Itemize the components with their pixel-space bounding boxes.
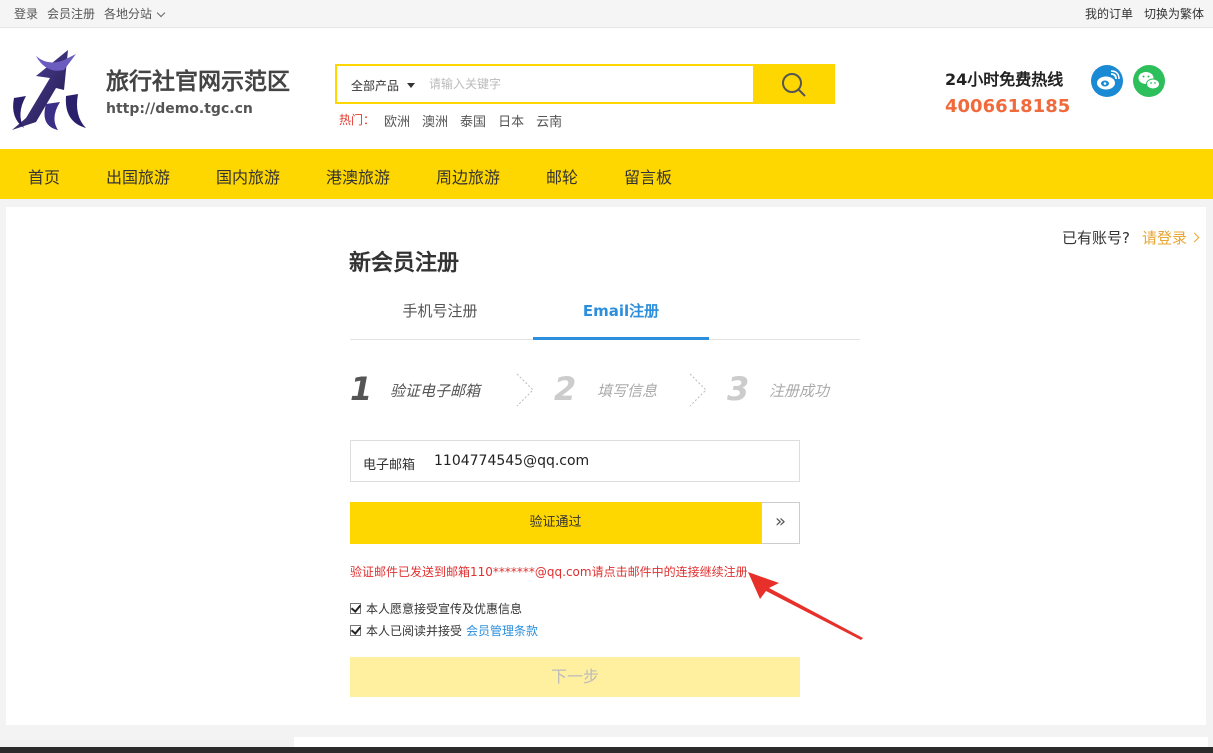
promo-checkbox-label: 本人愿意接受宣传及优惠信息 — [366, 602, 523, 616]
promo-checkbox-row[interactable]: 本人愿意接受宣传及优惠信息 — [350, 600, 522, 617]
step-number: 3 — [727, 370, 750, 408]
hotline-number: 4006618185 — [945, 96, 1071, 117]
step-arrow-icon — [689, 373, 707, 407]
main-nav: 首页 出国旅游 国内旅游 港澳旅游 周边旅游 邮轮 留言板 — [0, 149, 1213, 199]
terms-link[interactable]: 会员管理条款 — [466, 622, 538, 639]
search-button[interactable] — [753, 64, 835, 104]
verify-slider-handle[interactable]: » — [761, 502, 800, 544]
verify-button[interactable]: 验证通过 — [350, 502, 761, 544]
has-account-text: 已有账号? — [1062, 229, 1130, 247]
nav-item-hk-macau[interactable]: 港澳旅游 — [326, 164, 390, 188]
weibo-icon — [1097, 70, 1120, 90]
email-field[interactable]: 电子邮箱 1104774545@qq.com — [350, 440, 800, 482]
hot-keyword[interactable]: 澳洲 — [422, 111, 448, 130]
hot-keyword[interactable]: 欧洲 — [384, 111, 410, 130]
wechat-icon — [1138, 72, 1160, 90]
tab-email-register[interactable]: Email注册 — [533, 295, 709, 340]
bottom-strip — [294, 737, 1208, 747]
register-tabs: 手机号注册 Email注册 — [350, 295, 860, 340]
email-value[interactable]: 1104774545@qq.com — [434, 453, 589, 469]
branches-dropdown[interactable]: 各地分站 — [104, 5, 166, 22]
search-category-select[interactable]: 全部产品 — [351, 77, 416, 94]
login-link-main[interactable]: 请登录 — [1142, 229, 1187, 247]
login-link[interactable]: 登录 — [14, 5, 38, 22]
has-account: 已有账号? 请登录 — [1062, 227, 1200, 248]
page-title: 新会员注册 — [349, 251, 460, 276]
nav-item-domestic[interactable]: 国内旅游 — [216, 164, 280, 188]
search-input[interactable] — [429, 72, 749, 96]
chevron-right-icon — [1189, 232, 1200, 243]
hot-keyword[interactable]: 泰国 — [460, 111, 486, 130]
nav-item-outbound[interactable]: 出国旅游 — [106, 164, 170, 188]
promo-checkbox[interactable] — [350, 603, 361, 614]
nav-item-guestbook[interactable]: 留言板 — [624, 164, 672, 188]
nav-item-cruise[interactable]: 邮轮 — [546, 164, 578, 188]
nav-item-home[interactable]: 首页 — [28, 164, 60, 188]
my-orders-link[interactable]: 我的订单 — [1085, 5, 1133, 22]
step-label: 填写信息 — [597, 382, 658, 400]
step-number: 1 — [350, 370, 373, 408]
search-category-label: 全部产品 — [351, 79, 400, 93]
email-label: 电子邮箱 — [363, 458, 416, 473]
verification-notice: 验证邮件已发送到邮箱110*******@qq.com请点击邮件中的连接继续注册 — [350, 565, 748, 579]
annotation-arrow-icon — [748, 572, 863, 640]
wechat-button[interactable] — [1133, 65, 1165, 97]
hot-keyword[interactable]: 日本 — [498, 111, 524, 130]
site-logo[interactable] — [6, 48, 92, 134]
top-bar: 登录 会员注册 各地分站 我的订单 切换为繁体 — [0, 0, 1213, 28]
search-icon — [782, 73, 806, 97]
chevron-down-icon — [156, 8, 166, 18]
branches-label: 各地分站 — [104, 7, 153, 21]
weibo-button[interactable] — [1091, 65, 1123, 97]
tab-phone-register[interactable]: 手机号注册 — [352, 295, 528, 340]
terms-checkbox[interactable] — [350, 625, 361, 636]
caret-down-icon — [407, 83, 416, 88]
nav-item-nearby[interactable]: 周边旅游 — [436, 164, 500, 188]
step-arrow-icon — [516, 373, 534, 407]
window-bottom-edge — [0, 747, 1213, 753]
step-label: 注册成功 — [769, 382, 830, 400]
terms-checkbox-row[interactable]: 本人已阅读并接受 会员管理条款 — [350, 622, 538, 639]
site-url: http://demo.tgc.cn — [106, 101, 253, 117]
hot-keywords: 热门： 欧洲 澳洲 泰国 日本 云南 — [339, 111, 562, 130]
step-number: 2 — [554, 370, 577, 408]
step-label: 验证电子邮箱 — [390, 382, 481, 400]
hot-label: 热门： — [339, 113, 376, 127]
register-link[interactable]: 会员注册 — [47, 5, 95, 22]
register-steps: 1 验证电子邮箱 2 填写信息 3 注册成功 — [350, 370, 860, 410]
site-title: 旅行社官网示范区 — [106, 69, 290, 95]
hot-keyword[interactable]: 云南 — [536, 111, 562, 130]
terms-checkbox-label: 本人已阅读并接受 — [366, 624, 463, 638]
search-bar: 全部产品 — [335, 64, 835, 104]
hotline-title: 24小时免费热线 — [945, 70, 1064, 89]
next-step-button[interactable]: 下一步 — [350, 657, 800, 697]
switch-traditional-link[interactable]: 切换为繁体 — [1144, 5, 1204, 22]
